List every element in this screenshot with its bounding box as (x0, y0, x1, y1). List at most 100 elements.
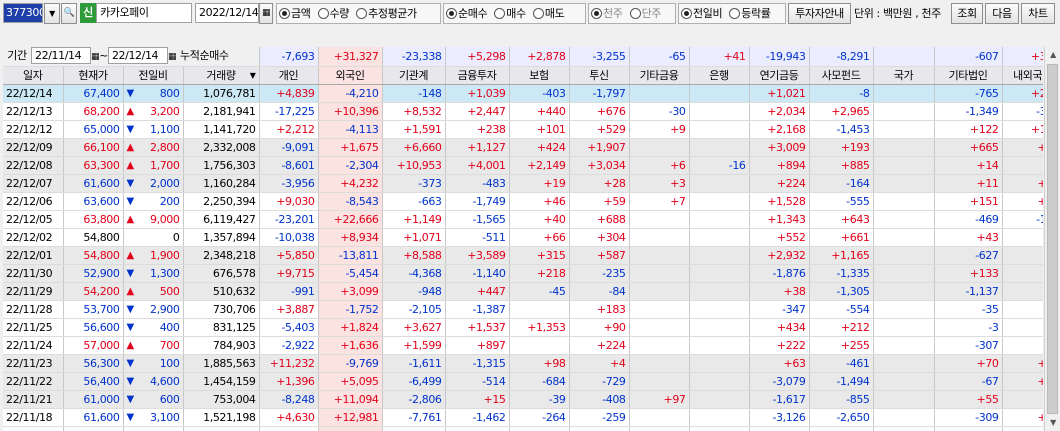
calendar-from-icon[interactable]: ▦ (91, 52, 100, 62)
cell-change: 400 (123, 318, 184, 337)
cell-institution: -7,761 (382, 408, 446, 427)
cell-private-fund: +643 (809, 210, 874, 229)
col-fin-invest[interactable]: 금융투자 (445, 66, 510, 85)
col-institution[interactable]: 기관계 (382, 66, 446, 85)
col-bank[interactable]: 은행 (689, 66, 750, 85)
table-row[interactable]: 22/11/1861,6003,1001,521,198+4,630+12,98… (3, 408, 1043, 427)
code-dropdown-button[interactable]: ▼ (44, 3, 60, 24)
cell-domestic-foreign: -354 (1002, 102, 1043, 121)
cell-other-fin (629, 84, 690, 103)
table-row[interactable]: 22/12/0563,8009,0006,119,427-23,201+22,6… (3, 210, 1043, 229)
cell-fin-invest: +1,039 (445, 84, 510, 103)
col-other-corp[interactable]: 기타법인 (934, 66, 1003, 85)
table-row[interactable]: 22/11/3052,9001,300676,578+9,715-5,454-4… (3, 264, 1043, 283)
col-insurance[interactable]: 보험 (509, 66, 570, 85)
col-individual[interactable]: 개인 (259, 66, 319, 85)
cell-volume: 1,160,284 (183, 174, 260, 193)
col-pension[interactable]: 연기금등 (749, 66, 810, 85)
radio-prev-day[interactable]: 전일비 (681, 7, 723, 20)
table-row[interactable]: 22/11/2556,600400831,125-5,403+1,824+3,6… (3, 318, 1043, 337)
radio-quantity[interactable]: 수량 (317, 7, 349, 20)
table-row[interactable]: 22/11/2161,000600753,004-8,248+11,094-2,… (3, 390, 1043, 409)
table-row[interactable]: 22/12/1265,0001,1001,141,720+2,212-4,113… (3, 120, 1043, 139)
col-foreign[interactable]: 외국인 (318, 66, 383, 85)
next-button[interactable]: 다음 (985, 3, 1019, 24)
cell-foreign: +8,934 (318, 228, 383, 247)
period-to-input[interactable]: 22/12/14 (107, 47, 168, 64)
sum-individual: -7,693 (259, 47, 319, 67)
col-private-fund[interactable]: 사모펀드 (809, 66, 874, 85)
investor-info-button[interactable]: 투자자안내 (788, 3, 851, 24)
table-row[interactable]: 22/12/0863,3001,7001,756,303-8,601-2,304… (3, 156, 1043, 175)
cell-trust: +688 (569, 210, 630, 229)
table-row[interactable]: 22/12/1467,4008001,076,781+4,839-4,210-1… (3, 84, 1043, 103)
radio-rate[interactable]: 등락률 (729, 7, 771, 20)
cell-other-fin: +7 (629, 192, 690, 211)
cell-trust: -235 (569, 264, 630, 283)
table-row[interactable]: 22/12/02 54,800 0 1,357,894 -10,038 +8,934 +1,… (3, 228, 1043, 247)
cell-private-fund: -1,453 (809, 120, 874, 139)
stock-code-input[interactable]: 377300 (3, 3, 43, 23)
cell-trust: +676 (569, 102, 630, 121)
cell-pension: -1,876 (749, 264, 810, 283)
radio-amount[interactable]: 금액 (279, 7, 311, 20)
table-row[interactable]: 22/11/2853,7002,900730,706+3,887-1,752-2… (3, 300, 1043, 319)
radio-net-buy[interactable]: 순매수 (446, 7, 488, 20)
cell-trust: -1,797 (569, 84, 630, 103)
cell-institution: -148 (382, 84, 446, 103)
cell-pension: -293 (749, 426, 810, 431)
table-row[interactable]: 22/11/2954,200500510,632-991+3,099-948+4… (3, 282, 1043, 301)
col-other-fin[interactable]: 기타금융 (629, 66, 690, 85)
cell-individual: -8,248 (259, 390, 319, 409)
chart-button[interactable]: 차트 (1021, 3, 1055, 24)
table-row[interactable]: 22/11/1764,7001,2001,481,096+5,145-3,098… (3, 426, 1043, 431)
table-row[interactable]: 22/12/0663,6002002,250,394+9,030-8,543-6… (3, 192, 1043, 211)
search-button[interactable]: 🔍 (61, 3, 77, 24)
calendar-to-icon[interactable]: ▦ (168, 52, 177, 62)
scroll-down-icon[interactable]: ▼ (1045, 415, 1060, 431)
cell-fin-invest: -1,387 (445, 300, 510, 319)
calendar-button[interactable]: ▦ (259, 3, 273, 24)
col-price[interactable]: 현재가 (63, 66, 124, 85)
cell-private-fund: -8 (809, 84, 874, 103)
cell-institution: -1,611 (382, 354, 446, 373)
table-row[interactable]: 22/11/2256,4004,6001,454,159+1,396+5,095… (3, 372, 1043, 391)
table-row[interactable]: 22/12/0154,8001,9002,348,218+5,850-13,81… (3, 246, 1043, 265)
scroll-thumb[interactable] (1047, 64, 1058, 414)
radio-buy[interactable]: 매수 (494, 7, 526, 20)
cell-pension: +1,343 (749, 210, 810, 229)
cell-fin-invest: -1,565 (445, 210, 510, 229)
cell-change: 100 (123, 354, 184, 373)
cell-individual: -3,956 (259, 174, 319, 193)
col-nation[interactable]: 국가 (873, 66, 935, 85)
radio-avg-price[interactable]: 추정평균가 (356, 7, 417, 20)
radio-single-shares[interactable]: 단주 (629, 7, 661, 20)
cell-change: 2,000 (123, 174, 184, 193)
table-row[interactable]: 22/12/0761,6002,0001,160,284-3,956+4,232… (3, 174, 1043, 193)
scroll-up-icon[interactable]: ▲ (1045, 47, 1060, 63)
cell-foreign: +1,636 (318, 336, 383, 355)
table-row[interactable]: 22/12/0966,1002,8002,332,008-9,091+1,675… (3, 138, 1043, 157)
cell-foreign: +1,675 (318, 138, 383, 157)
sort-down-icon[interactable]: ▼ (250, 67, 256, 84)
sum-other-corp: -607 (934, 47, 1003, 67)
radio-thousand-shares[interactable]: 천주 (591, 7, 623, 20)
table-row[interactable]: 22/11/2356,3001001,885,563+11,232-9,769-… (3, 354, 1043, 373)
cell-private-fund: +193 (809, 138, 874, 157)
table-row[interactable]: 22/12/1368,2003,2002,181,941-17,225+10,3… (3, 102, 1043, 121)
vertical-scrollbar[interactable]: ▲ ▼ (1044, 47, 1060, 431)
query-button[interactable]: 조회 (951, 3, 983, 24)
table-row[interactable]: 22/11/2457,000700784,903-2,922+1,636+1,5… (3, 336, 1043, 355)
period-from-input[interactable]: 22/11/14 (31, 47, 91, 64)
radio-sell[interactable]: 매도 (532, 7, 565, 20)
cell-change: 2,800 (123, 138, 184, 157)
col-change[interactable]: 전일비 (123, 66, 184, 85)
col-date[interactable]: 일자 (3, 66, 64, 85)
col-volume[interactable]: 거래량 ▼ (183, 66, 260, 85)
col-domestic-foreign[interactable]: 내외국인 (1002, 66, 1043, 85)
cell-fin-invest: +1,127 (445, 138, 510, 157)
date-input[interactable]: 2022/12/14 (195, 3, 259, 23)
cell-date: 22/11/22 (3, 372, 64, 391)
col-trust[interactable]: 투신 (569, 66, 630, 85)
cell-date: 22/11/23 (3, 354, 64, 373)
